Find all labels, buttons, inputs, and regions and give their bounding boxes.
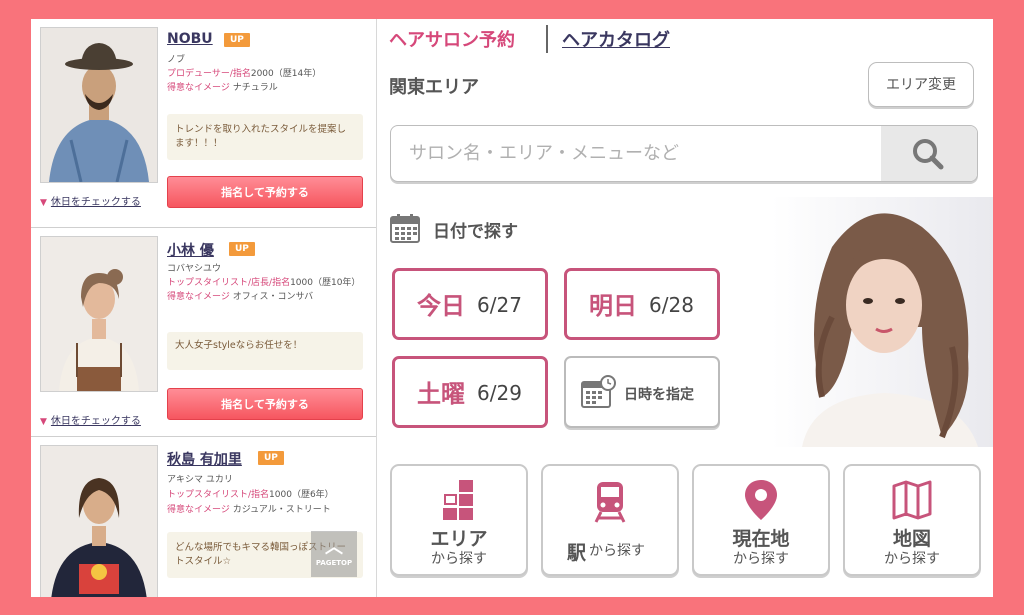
day-label: 今日 [417,292,465,320]
triangle-down-icon: ▼ [40,198,47,208]
category-title: エリア [430,528,488,550]
station-search-button[interactable]: 駅 から探す [541,464,679,576]
specify-datetime-button[interactable]: 日時を指定 [564,356,720,428]
pagetop-label: PAGETOP [315,559,353,567]
date-value: 6/29 [477,381,522,405]
stylist-name[interactable]: 小林 優 [167,240,214,260]
date-search-label: 日付で探す [433,222,518,242]
stylist-name[interactable]: 秋島 有加里 [167,449,242,469]
date-value: 6/28 [649,293,694,317]
stylist-photo[interactable] [40,236,158,392]
stylist-specialty: 得意なイメージ カジュアル・ストリート [167,502,331,515]
location-pin-icon [745,480,777,520]
train-icon [594,482,626,523]
holiday-check-link[interactable]: ▼ 休日をチェックする [40,193,141,208]
up-badge: UP [229,242,255,256]
day-label: 明日 [589,292,637,320]
map-search-button[interactable]: 地図 から探す [843,464,981,576]
specify-datetime-label: 日時を指定 [624,387,694,403]
area-search-button[interactable]: エリア から探す [390,464,528,576]
holiday-link-label: 休日をチェックする [50,197,141,208]
role-value: 1000（歴6年） [269,490,334,500]
specialty-label: 得意なイメージ [167,505,230,515]
stylist-list: NOBU UP ノブ プロデューサー/指名2000（歴14年） 得意なイメージ … [31,19,377,597]
stylist-specialty: 得意なイメージ ナチュラル [167,80,278,93]
stylist-card: 小林 優 UP コバヤシユウ トップスタイリスト/店長/指名1000（歴10年）… [31,228,376,437]
day-label: 土曜 [417,380,465,408]
stylist-photo[interactable] [40,27,158,183]
category-sub: から探す [431,551,487,567]
specialty-value: カジュアル・ストリート [232,505,331,515]
stylist-specialty: 得意なイメージ オフィス・コンサバ [167,289,313,302]
stylist-role: トップスタイリスト/店長/指名1000（歴10年） [167,275,360,288]
specialty-label: 得意なイメージ [167,292,230,302]
model-photo [772,197,993,447]
book-stylist-button[interactable]: 指名して予約する [167,388,363,420]
specialty-value: オフィス・コンサバ [232,292,314,302]
calendar-icon [390,214,420,243]
holiday-link-label: 休日をチェックする [50,416,141,427]
stylist-comment: 大人女子styleならお任せを！ [167,332,363,370]
stylist-kana: コバヤシユウ [167,264,222,274]
category-title: 駅 [567,542,587,564]
search-icon [913,139,944,170]
map-icon [892,480,932,520]
category-sub: から探す [589,543,645,559]
stylist-card: NOBU UP ノブ プロデューサー/指名2000（歴14年） 得意なイメージ … [31,19,376,228]
search-box [390,125,978,182]
page-frame: NOBU UP ノブ プロデューサー/指名2000（歴14年） 得意なイメージ … [31,19,993,597]
stylist-name[interactable]: NOBU [167,31,213,47]
category-title: 地図 [892,528,931,550]
area-icon [443,480,473,520]
tab-hair-catalog[interactable]: ヘアカタログ [562,26,670,52]
stylist-role: プロデューサー/指名2000（歴14年） [167,66,321,79]
date-value: 6/27 [477,293,522,317]
search-input[interactable] [391,126,881,181]
role-label: トップスタイリスト/指名 [167,490,270,500]
saturday-button[interactable]: 土曜 6/29 [392,356,548,428]
role-value: 2000（歴14年） [250,69,322,79]
search-panel: ヘアサロン予約 ヘアカタログ 関東エリア エリア変更 サロン名・エリア・メニュー… [377,19,993,597]
chevron-up-icon: ︿ [325,537,343,558]
specialty-value: ナチュラル [232,83,278,93]
up-badge: UP [258,451,284,465]
today-button[interactable]: 今日 6/27 [392,268,548,340]
change-region-button[interactable]: エリア変更 [868,62,974,107]
tab-divider [546,25,548,53]
role-label: トップスタイリスト/店長/指名 [167,278,291,288]
calendar-clock-icon [581,375,616,408]
category-sub: から探す [884,551,940,567]
specialty-label: 得意なイメージ [167,83,230,93]
holiday-check-link[interactable]: ▼ 休日をチェックする [40,412,141,427]
tab-salon-reservation[interactable]: ヘアサロン予約 [389,26,515,52]
search-button[interactable] [881,126,977,181]
current-location-button[interactable]: 現在地 から探す [692,464,830,576]
pagetop-button[interactable]: ︿ PAGETOP [311,531,357,577]
category-title: 現在地 [732,528,790,550]
stylist-role: トップスタイリスト/指名1000（歴6年） [167,487,334,500]
tomorrow-button[interactable]: 明日 6/28 [564,268,720,340]
book-stylist-button[interactable]: 指名して予約する [167,176,363,208]
up-badge: UP [224,33,250,47]
role-label: プロデューサー/指名 [167,69,251,79]
stylist-kana: アキシマ ユカリ [167,475,233,485]
role-value: 1000（歴10年） [290,278,361,288]
category-sub: から探す [733,551,789,567]
triangle-down-icon: ▼ [40,417,47,427]
stylist-kana: ノブ [167,55,186,65]
stylist-photo[interactable] [40,445,158,597]
region-title: 関東エリア [389,77,479,98]
stylist-comment: トレンドを取り入れたスタイルを提案します！！！ [167,114,363,160]
